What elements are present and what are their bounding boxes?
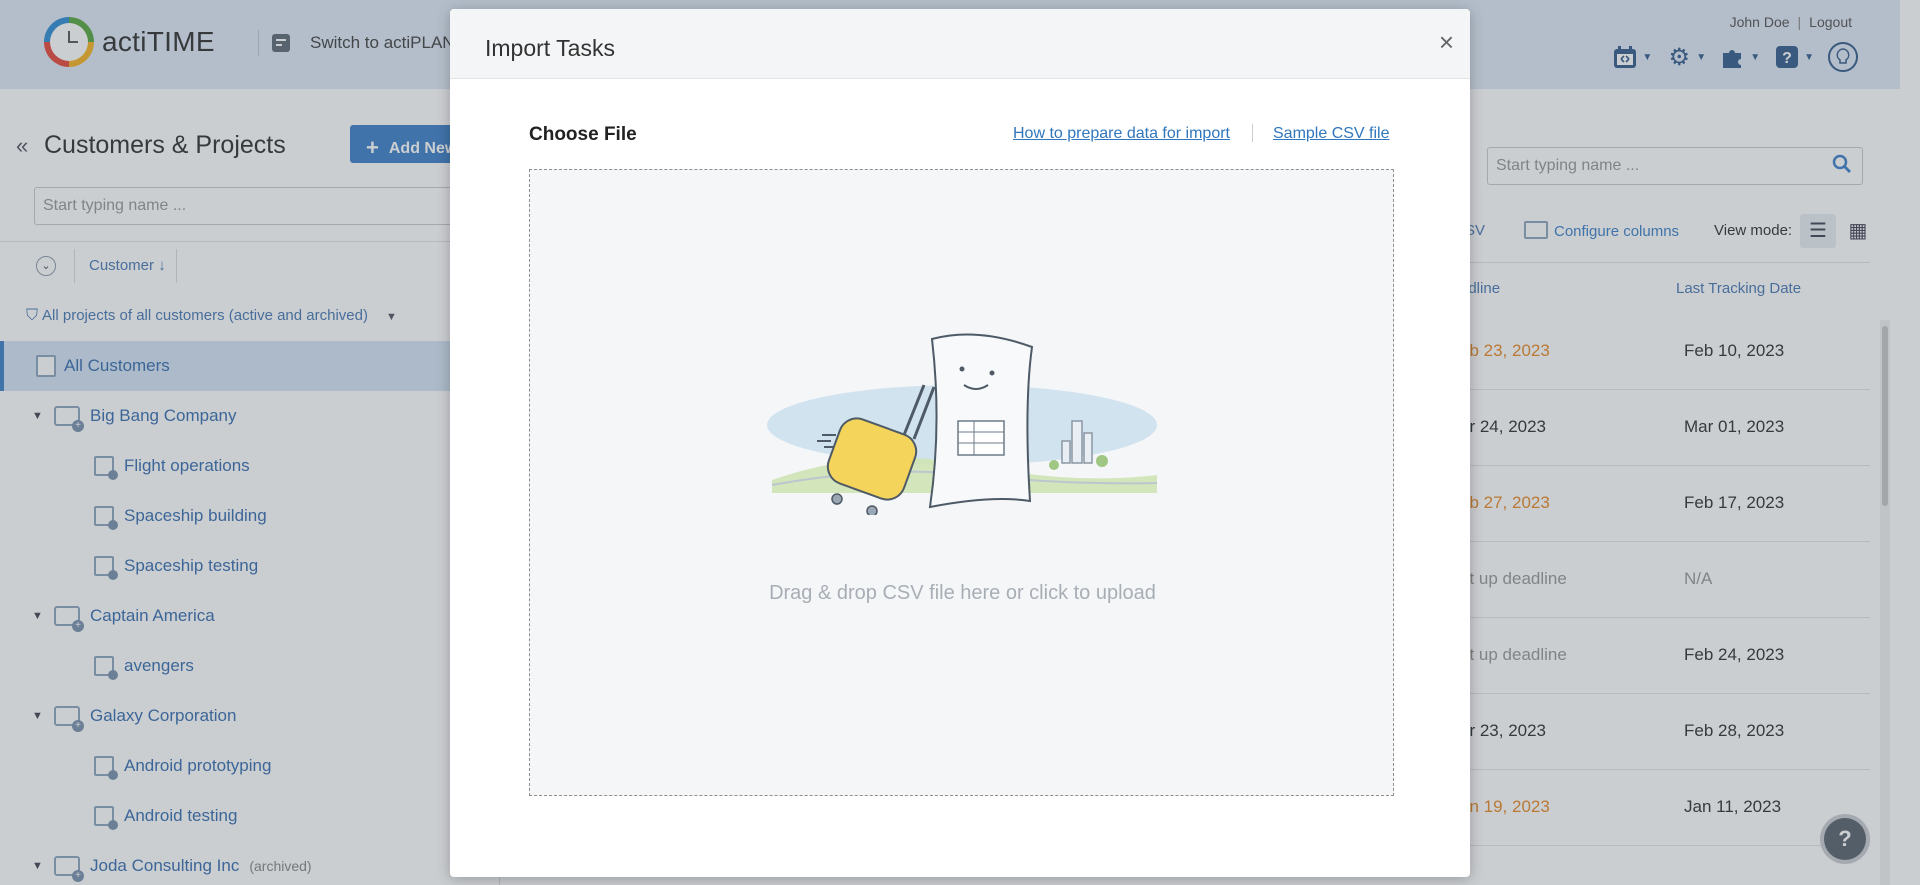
dialog-header: Import Tasks × (450, 9, 1470, 79)
close-icon[interactable]: × (1439, 27, 1454, 58)
dialog-title: Import Tasks (485, 35, 615, 61)
link-divider (1252, 124, 1253, 142)
csv-dropzone[interactable]: Drag & drop CSV file here or click to up… (529, 169, 1394, 796)
how-to-prepare-data-link[interactable]: How to prepare data for import (1013, 125, 1230, 143)
dropzone-instructions: Drag & drop CSV file here or click to up… (769, 582, 1156, 604)
import-tasks-dialog: Import Tasks × Choose File How to prepar… (450, 9, 1470, 877)
sample-csv-link[interactable]: Sample CSV file (1273, 125, 1390, 143)
choose-file-heading: Choose File (529, 124, 637, 145)
upload-illustration (767, 333, 1158, 515)
